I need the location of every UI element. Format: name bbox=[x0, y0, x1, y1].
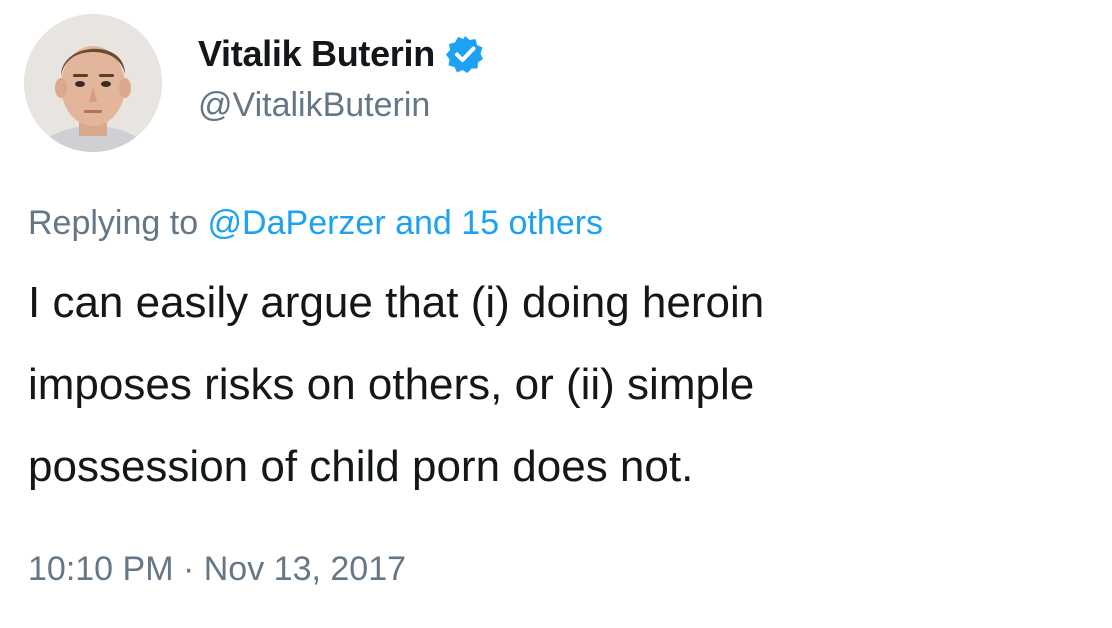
user-handle[interactable]: @VitalikButerin bbox=[198, 86, 485, 125]
verified-badge-icon bbox=[445, 34, 485, 74]
profile-photo-icon bbox=[24, 14, 162, 152]
author-info: Vitalik Buterin @VitalikButerin bbox=[198, 32, 485, 125]
replying-to: Replying to @DaPerzer and 15 others bbox=[28, 204, 603, 243]
tweet-date: Nov 13, 2017 bbox=[203, 550, 407, 588]
display-name[interactable]: Vitalik Buterin bbox=[198, 33, 435, 75]
tweet-timestamp[interactable]: 10:10 PM · Nov 13, 2017 bbox=[28, 550, 406, 589]
replying-to-label: Replying to bbox=[28, 204, 208, 242]
reply-mentions-link[interactable]: @DaPerzer and 15 others bbox=[208, 204, 604, 242]
tweet-card: Vitalik Buterin @VitalikButerin Replying… bbox=[0, 0, 1112, 628]
timestamp-separator: · bbox=[173, 550, 204, 588]
tweet-time: 10:10 PM bbox=[28, 550, 174, 588]
avatar[interactable] bbox=[24, 14, 162, 152]
tweet-header: Vitalik Buterin @VitalikButerin bbox=[24, 14, 1084, 154]
name-row: Vitalik Buterin bbox=[198, 32, 485, 76]
tweet-text: I can easily argue that (i) doing heroin… bbox=[28, 278, 765, 491]
